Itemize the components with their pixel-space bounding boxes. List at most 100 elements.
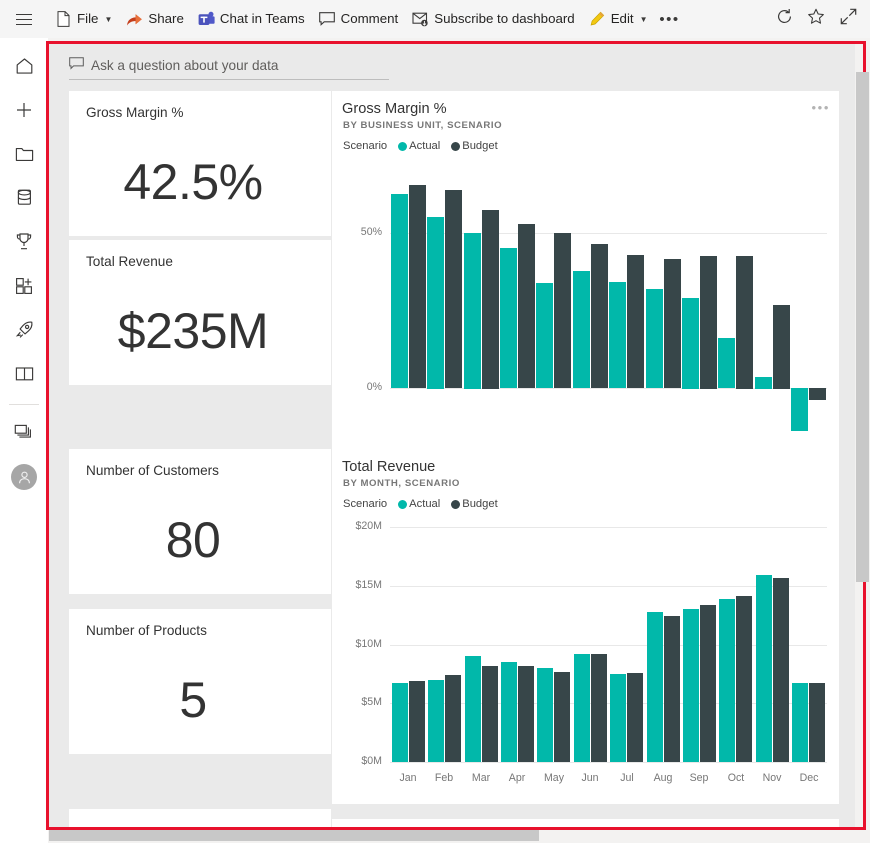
chart-tile-total-revenue-by-month[interactable]: Total Revenue BY MONTH, SCENARIO Scenari…	[332, 449, 839, 804]
chart-bar[interactable]	[664, 259, 681, 388]
chart-bar[interactable]	[792, 683, 808, 762]
sidebar-item-apps[interactable]	[0, 266, 48, 310]
chart-bar[interactable]	[682, 298, 699, 389]
user-avatar[interactable]	[0, 455, 48, 499]
sidebar-item-create[interactable]	[0, 90, 48, 134]
chart-bar[interactable]	[573, 271, 590, 388]
dashboard-canvas: Ask a question about your data Gross Mar…	[49, 44, 855, 827]
legend-label: Actual	[409, 140, 440, 152]
chat-in-teams-button[interactable]: Chat in Teams	[191, 4, 312, 34]
vertical-scrollbar-thumb[interactable]	[856, 72, 869, 582]
legend-label: Budget	[462, 498, 497, 510]
chart-bar[interactable]	[718, 338, 735, 388]
chart-bar[interactable]	[518, 666, 534, 762]
legend-item-actual[interactable]: Actual	[398, 140, 440, 152]
tile-subtitle: BY MONTH, SCENARIO	[343, 478, 460, 489]
sidebar-item-data-hub[interactable]	[0, 178, 48, 222]
chart-bar[interactable]	[465, 656, 481, 762]
chart-bar[interactable]	[664, 616, 680, 762]
kpi-tile-number-of-products[interactable]: Number of Products 5	[69, 609, 331, 754]
sidebar-item-workspaces[interactable]	[0, 411, 48, 455]
chart-bar[interactable]	[627, 673, 643, 762]
chart-bar[interactable]	[683, 609, 699, 762]
chart-x-axis-label: Nov	[754, 772, 790, 784]
chart-legend: Scenario Actual Budget	[343, 140, 498, 152]
chart-bar[interactable]	[428, 680, 444, 762]
chart-tile-gross-margin-by-business-unit[interactable]: Gross Margin % BY BUSINESS UNIT, SCENARI…	[332, 91, 839, 486]
chart-bar[interactable]	[391, 194, 408, 388]
subscribe-icon	[412, 11, 429, 28]
chart-plot-area[interactable]: 0%50%FS-0LO-0ST-0FO-0CP-0SM-0HO-0PU-0SE-…	[332, 161, 839, 486]
comment-label: Comment	[341, 12, 399, 25]
sidebar-item-home[interactable]	[0, 46, 48, 90]
chart-bar[interactable]	[646, 289, 663, 388]
chart-bar[interactable]	[627, 255, 644, 388]
chart-bar[interactable]	[609, 282, 626, 388]
chart-plot-area[interactable]: $0M$5M$10M$15M$20MJanFebMarAprMayJunJulA…	[332, 515, 839, 804]
chart-bar[interactable]	[392, 683, 408, 762]
chart-bar[interactable]	[736, 596, 752, 762]
legend-item-budget[interactable]: Budget	[451, 498, 497, 510]
chart-bar[interactable]	[554, 672, 570, 762]
chart-bar[interactable]	[756, 575, 772, 762]
sidebar-item-metrics[interactable]	[0, 222, 48, 266]
hamburger-menu-button[interactable]	[0, 0, 48, 38]
chart-bar[interactable]	[482, 666, 498, 762]
chart-bar[interactable]	[427, 217, 444, 389]
comment-button[interactable]: Comment	[312, 4, 406, 34]
trophy-icon	[15, 232, 33, 256]
chart-bar[interactable]	[445, 675, 461, 762]
chart-bar[interactable]	[554, 233, 571, 388]
chart-bar[interactable]	[574, 654, 590, 762]
refresh-button[interactable]	[770, 5, 798, 33]
share-button[interactable]: Share	[119, 4, 190, 34]
chart-bar[interactable]	[700, 605, 716, 762]
chart-tile-partial-below[interactable]	[332, 819, 839, 827]
chart-bar[interactable]	[736, 256, 753, 389]
chart-bar[interactable]	[409, 681, 425, 762]
chart-bar[interactable]	[445, 190, 462, 388]
chart-bar[interactable]	[700, 256, 717, 389]
chart-bar[interactable]	[464, 233, 481, 389]
chart-y-axis-label: $20M	[332, 520, 382, 532]
edit-label: Edit	[611, 12, 634, 25]
chart-bar[interactable]	[791, 388, 808, 431]
kpi-tile-partial-below[interactable]	[69, 809, 331, 827]
legend-title: Scenario	[343, 498, 387, 510]
chart-bar[interactable]	[518, 224, 535, 388]
chart-bar[interactable]	[773, 305, 790, 389]
chart-bar[interactable]	[591, 244, 608, 388]
chart-bar[interactable]	[500, 248, 517, 388]
kpi-tile-number-of-customers[interactable]: Number of Customers 80	[69, 449, 331, 594]
more-options-button[interactable]: •••	[655, 4, 685, 34]
qna-search-box[interactable]: Ask a question about your data	[69, 52, 389, 80]
tile-more-options-button[interactable]: •••	[812, 101, 830, 114]
chart-bar[interactable]	[409, 185, 426, 388]
legend-item-budget[interactable]: Budget	[451, 140, 497, 152]
edit-button[interactable]: Edit ▼	[582, 4, 655, 34]
favorite-button[interactable]	[802, 5, 830, 33]
file-menu-button[interactable]: File ▼	[48, 4, 119, 34]
chart-bar[interactable]	[773, 578, 789, 762]
horizontal-scrollbar-thumb[interactable]	[49, 830, 539, 841]
chart-bar[interactable]	[719, 599, 735, 762]
chart-bar[interactable]	[537, 668, 553, 762]
chart-bar[interactable]	[501, 662, 517, 762]
sidebar-item-deployment-pipelines[interactable]	[0, 310, 48, 354]
fullscreen-button[interactable]	[834, 5, 862, 33]
chart-bar[interactable]	[809, 683, 825, 762]
chart-bar[interactable]	[482, 210, 499, 389]
chart-bar[interactable]	[591, 654, 607, 762]
chart-bar[interactable]	[536, 283, 553, 388]
chart-bar[interactable]	[809, 388, 826, 400]
kpi-tile-total-revenue[interactable]: Total Revenue $235M	[69, 240, 331, 385]
chart-bar[interactable]	[610, 674, 626, 762]
kpi-value: 42.5%	[69, 153, 317, 211]
chart-bar[interactable]	[647, 612, 663, 762]
kpi-tile-gross-margin[interactable]: Gross Margin % 42.5%	[69, 91, 331, 236]
subscribe-to-dashboard-button[interactable]: Subscribe to dashboard	[405, 4, 581, 34]
chart-bar[interactable]	[755, 377, 772, 389]
sidebar-item-learn[interactable]	[0, 354, 48, 398]
sidebar-item-browse[interactable]	[0, 134, 48, 178]
legend-item-actual[interactable]: Actual	[398, 498, 440, 510]
